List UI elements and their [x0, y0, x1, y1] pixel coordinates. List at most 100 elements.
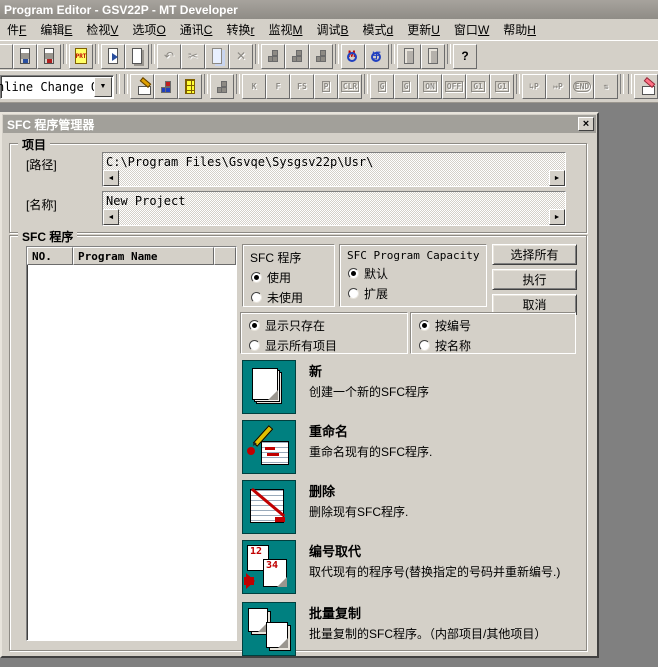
- path-field[interactable]: C:\Program Files\Gsvqe\Sysgsv22p\Usr\ ◄ …: [102, 152, 566, 187]
- monitor-write-button[interactable]: [397, 44, 421, 69]
- column-blank[interactable]: [214, 247, 236, 265]
- usage-panel-title: SFC 程序: [250, 249, 334, 266]
- print-button[interactable]: [13, 44, 37, 69]
- project-group: 项目 [路径] C:\Program Files\Gsvqe\Sysgsv22p…: [9, 143, 587, 233]
- radio-by-name[interactable]: 按名称: [419, 337, 575, 354]
- save-button[interactable]: [0, 44, 13, 69]
- delete-button[interactable]: ✕: [229, 44, 253, 69]
- menu-view[interactable]: 检视V: [79, 19, 125, 40]
- scroll-right-icon[interactable]: ►: [549, 209, 565, 225]
- symbol-g1-button[interactable]: G: [370, 74, 394, 99]
- name-field[interactable]: New Project ◄ ►: [102, 191, 566, 226]
- sfc-program-group: SFC 程序 NO. Program Name SFC 程序 使用: [9, 235, 587, 651]
- symbol-clr-button[interactable]: CLR: [338, 74, 362, 99]
- sfc-diagram-button-2[interactable]: [285, 44, 309, 69]
- symbol-f-button[interactable]: F: [266, 74, 290, 99]
- column-no[interactable]: NO.: [27, 247, 73, 265]
- sfc-diagram-button-3[interactable]: [309, 44, 333, 69]
- radio-by-number[interactable]: 按编号: [419, 317, 575, 334]
- name-scrollbar[interactable]: ◄ ►: [103, 209, 565, 225]
- printer-setup-icon: [44, 48, 54, 64]
- batch-copy-icon: [242, 602, 296, 656]
- scroll-right-icon[interactable]: ►: [549, 170, 565, 186]
- execute-button[interactable]: 执行: [492, 269, 577, 290]
- action-delete[interactable]: 删除 删除现有SFC程序.: [240, 480, 584, 534]
- symbol-p-button[interactable]: P: [314, 74, 338, 99]
- menu-convert[interactable]: 转换r: [219, 19, 261, 40]
- radio-extended[interactable]: 扩展: [348, 285, 486, 302]
- sfc-diagram-button-1[interactable]: [261, 44, 285, 69]
- action-rename-desc: 重命名现有的SFC程序.: [309, 444, 582, 460]
- symbol-k-button[interactable]: K: [242, 74, 266, 99]
- chevron-down-icon[interactable]: ▼: [94, 77, 112, 97]
- menu-update[interactable]: 更新U: [400, 19, 447, 40]
- symbol-fs-button[interactable]: FS: [290, 74, 314, 99]
- scroll-track[interactable]: [119, 170, 549, 186]
- renumber-number-1: 12: [250, 546, 262, 557]
- window-titlebar[interactable]: Program Editor - GSV22P - MT Developer: [0, 0, 658, 19]
- column-program-name[interactable]: Program Name: [73, 247, 214, 265]
- capacity-panel: SFC Program Capacity 默认 扩展: [339, 244, 487, 307]
- edit-program-button[interactable]: [130, 74, 154, 99]
- scroll-left-icon[interactable]: ◄: [103, 170, 119, 186]
- monitor-read-button[interactable]: [421, 44, 445, 69]
- menu-file[interactable]: 件F: [0, 19, 33, 40]
- select-all-button[interactable]: 选择所有: [492, 244, 577, 265]
- find-step-button[interactable]: 卐: [365, 44, 389, 69]
- action-batch-copy[interactable]: 批量复制 批量复制的SFC程序。（内部项目/其他项目）: [240, 602, 584, 656]
- copy-button[interactable]: [205, 44, 229, 69]
- label-p-icon: ↦P: [553, 82, 563, 91]
- radio-show-existing[interactable]: 显示只存在: [249, 317, 407, 334]
- row-insert-button[interactable]: ⇅: [594, 74, 618, 99]
- sfc-structure-button[interactable]: [154, 74, 178, 99]
- scroll-track[interactable]: [119, 209, 549, 225]
- monitor-icon: [428, 48, 438, 64]
- action-renumber[interactable]: 12 34 编号取代 取代现有的程序号(替换指定的号码并重新编号.): [240, 540, 584, 594]
- dialog-titlebar[interactable]: SFC 程序管理器 ×: [3, 115, 596, 133]
- radio-unused[interactable]: 未使用: [251, 289, 334, 306]
- action-new[interactable]: 新 创建一个新的SFC程序: [240, 360, 584, 414]
- read-project-button[interactable]: [101, 44, 125, 69]
- menu-mode[interactable]: 模式d: [356, 19, 401, 40]
- copy-project-button[interactable]: [125, 44, 149, 69]
- jump-p-button[interactable]: ↳P: [522, 74, 546, 99]
- window-title: Program Editor - GSV22P - MT Developer: [0, 3, 238, 17]
- symbol-g2-button[interactable]: G: [394, 74, 418, 99]
- device-table-button[interactable]: [178, 74, 202, 99]
- radio-used[interactable]: 使用: [251, 269, 334, 286]
- symbol-g-icon: G: [402, 81, 411, 92]
- menu-comm[interactable]: 通讯C: [173, 19, 220, 40]
- menu-debug[interactable]: 调试B: [310, 19, 356, 40]
- menu-edit[interactable]: 编辑E: [33, 19, 79, 40]
- symbol-gsub1-button[interactable]: G1: [466, 74, 490, 99]
- write-edit-button[interactable]: [634, 74, 658, 99]
- cut-button[interactable]: ✂: [181, 44, 205, 69]
- online-change-combo[interactable]: nline Change OFF ▼: [0, 75, 114, 99]
- menu-window[interactable]: 窗口W: [447, 19, 496, 40]
- program-list[interactable]: NO. Program Name: [26, 246, 237, 641]
- sfc-program-manager-dialog: SFC 程序管理器 × 项目 [路径] C:\Program Files\Gsv…: [0, 112, 599, 658]
- symbol-gsub2-button[interactable]: G1: [490, 74, 514, 99]
- radio-default[interactable]: 默认: [348, 265, 486, 282]
- program-list-body[interactable]: [28, 266, 235, 639]
- label-p-button[interactable]: ↦P: [546, 74, 570, 99]
- print-preview-button[interactable]: PRT: [69, 44, 93, 69]
- symbol-on-button[interactable]: ON: [418, 74, 442, 99]
- print-setup-button[interactable]: [37, 44, 61, 69]
- menu-help[interactable]: 帮助H: [496, 19, 543, 40]
- path-scrollbar[interactable]: ◄ ►: [103, 170, 565, 186]
- help-button[interactable]: ?: [453, 44, 477, 69]
- end-step-button[interactable]: END: [570, 74, 594, 99]
- undo-button[interactable]: ↶: [157, 44, 181, 69]
- menu-options[interactable]: 选项O: [125, 19, 172, 40]
- scroll-left-icon[interactable]: ◄: [103, 209, 119, 225]
- sfc-chart-button[interactable]: [210, 74, 234, 99]
- symbol-off-button[interactable]: OFF: [442, 74, 466, 99]
- menu-monitor[interactable]: 监视M: [261, 19, 309, 40]
- radio-show-all[interactable]: 显示所有项目: [249, 337, 407, 354]
- delete-program-icon: [242, 480, 296, 534]
- action-rename[interactable]: 重命名 重命名现有的SFC程序.: [240, 420, 584, 474]
- menu-bar: 件F 编辑E 检视V 选项O 通讯C 转换r 监视M 调试B 模式d 更新U 窗…: [0, 19, 658, 41]
- close-icon[interactable]: ×: [578, 117, 594, 131]
- find-device-button[interactable]: M: [341, 44, 365, 69]
